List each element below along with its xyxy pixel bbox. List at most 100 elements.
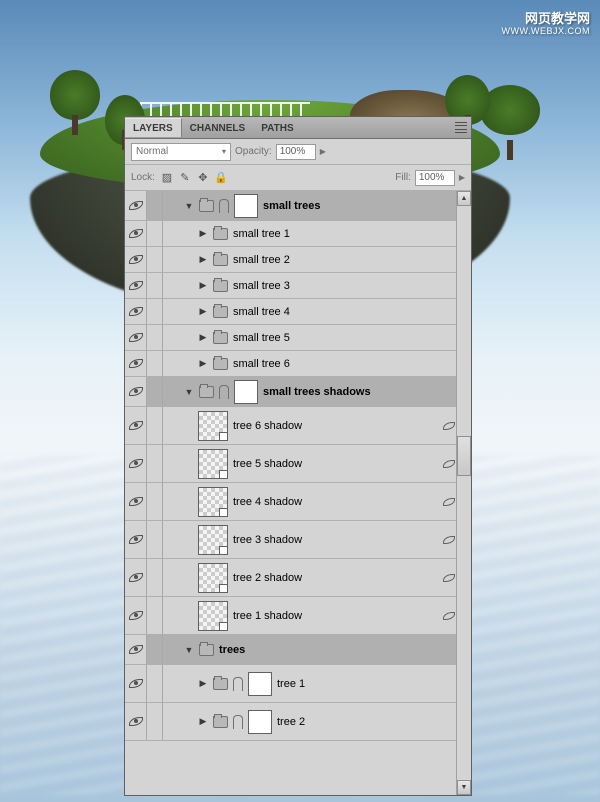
link-col[interactable] xyxy=(147,407,163,444)
fx-icon[interactable] xyxy=(443,422,455,430)
fx-icon[interactable] xyxy=(443,460,455,468)
fx-icon[interactable] xyxy=(443,498,455,506)
collapse-toggle[interactable]: ▼ xyxy=(184,201,194,211)
link-col[interactable] xyxy=(147,377,163,406)
visibility-toggle[interactable] xyxy=(125,247,147,272)
layer-name[interactable]: small tree 3 xyxy=(233,280,290,292)
link-col[interactable] xyxy=(147,299,163,324)
layer-name[interactable]: tree 4 shadow xyxy=(233,496,302,508)
layer-name[interactable]: trees xyxy=(219,644,245,656)
layer-name[interactable]: small tree 6 xyxy=(233,358,290,370)
fill-flyout-icon[interactable]: ▶ xyxy=(459,173,465,182)
layer-small-tree-3[interactable]: ▶ small tree 3 xyxy=(125,273,471,299)
layer-tree-4-shadow[interactable]: tree 4 shadow▶ xyxy=(125,483,471,521)
visibility-toggle[interactable] xyxy=(125,325,147,350)
layer-tree-2-shadow[interactable]: tree 2 shadow▶ xyxy=(125,559,471,597)
link-col[interactable] xyxy=(147,559,163,596)
link-col[interactable] xyxy=(147,191,163,220)
layer-name[interactable]: tree 2 shadow xyxy=(233,572,302,584)
layer-group-trees[interactable]: ▼ trees xyxy=(125,635,471,665)
scroll-down-button[interactable]: ▼ xyxy=(457,780,471,795)
opacity-input[interactable]: 100% xyxy=(276,144,316,160)
panel-menu-button[interactable] xyxy=(451,121,471,135)
visibility-toggle[interactable] xyxy=(125,221,147,246)
link-col[interactable] xyxy=(147,221,163,246)
visibility-toggle[interactable] xyxy=(125,665,147,702)
visibility-toggle[interactable] xyxy=(125,483,147,520)
scroll-track[interactable] xyxy=(457,206,471,780)
layer-name[interactable]: tree 1 xyxy=(277,678,305,690)
layer-small-tree-2[interactable]: ▶small tree 2 xyxy=(125,247,471,273)
opacity-flyout-icon[interactable]: ▶ xyxy=(320,147,326,156)
visibility-toggle[interactable] xyxy=(125,273,147,298)
layer-name[interactable]: tree 6 shadow xyxy=(233,420,302,432)
visibility-toggle[interactable] xyxy=(125,407,147,444)
scroll-up-button[interactable]: ▲ xyxy=(457,191,471,206)
collapse-toggle[interactable]: ▼ xyxy=(184,645,194,655)
layer-name[interactable]: small trees shadows xyxy=(263,386,371,398)
visibility-toggle[interactable] xyxy=(125,597,147,634)
visibility-toggle[interactable] xyxy=(125,299,147,324)
expand-toggle[interactable]: ▶ xyxy=(198,306,208,317)
layer-name[interactable]: tree 5 shadow xyxy=(233,458,302,470)
scroll-thumb[interactable] xyxy=(457,436,471,476)
tab-layers[interactable]: LAYERS xyxy=(125,118,182,137)
fx-icon[interactable] xyxy=(443,574,455,582)
layer-tree-1[interactable]: ▶ tree 1 xyxy=(125,665,471,703)
layer-small-tree-1[interactable]: ▶ small tree 1 xyxy=(125,221,471,247)
expand-toggle[interactable]: ▶ xyxy=(198,332,208,343)
fx-icon[interactable] xyxy=(443,536,455,544)
link-col[interactable] xyxy=(147,597,163,634)
collapse-toggle[interactable]: ▼ xyxy=(184,387,194,397)
visibility-toggle[interactable] xyxy=(125,377,147,406)
blend-mode-select[interactable]: Normal ▾ xyxy=(131,143,231,161)
fx-icon[interactable] xyxy=(443,612,455,620)
link-col[interactable] xyxy=(147,703,163,740)
layer-tree-6-shadow[interactable]: tree 6 shadow▶ xyxy=(125,407,471,445)
visibility-toggle[interactable] xyxy=(125,559,147,596)
layer-name[interactable]: small tree 5 xyxy=(233,332,290,344)
layer-tree-3-shadow[interactable]: tree 3 shadow▶ xyxy=(125,521,471,559)
visibility-toggle[interactable] xyxy=(125,351,147,376)
layer-name[interactable]: small tree 1 xyxy=(233,228,290,240)
visibility-toggle[interactable] xyxy=(125,521,147,558)
expand-toggle[interactable]: ▶ xyxy=(198,228,208,239)
link-col[interactable] xyxy=(147,635,163,664)
lock-position-icon[interactable]: ✥ xyxy=(195,170,211,186)
layer-name[interactable]: small tree 4 xyxy=(233,306,290,318)
tab-paths[interactable]: PATHS xyxy=(253,119,301,137)
visibility-toggle[interactable] xyxy=(125,635,147,664)
layer-tree-2[interactable]: ▶ tree 2 xyxy=(125,703,471,741)
visibility-toggle[interactable] xyxy=(125,191,147,220)
layer-name[interactable]: tree 1 shadow xyxy=(233,610,302,622)
fill-input[interactable]: 100% xyxy=(415,170,455,186)
visibility-toggle[interactable] xyxy=(125,703,147,740)
layer-small-tree-6[interactable]: ▶ small tree 6 xyxy=(125,351,471,377)
layer-name[interactable]: small trees xyxy=(263,200,320,212)
layer-group-small-trees-shadows[interactable]: ▼ small trees shadows xyxy=(125,377,471,407)
link-col[interactable] xyxy=(147,483,163,520)
link-col[interactable] xyxy=(147,273,163,298)
expand-toggle[interactable]: ▶ xyxy=(198,358,208,369)
lock-all-icon[interactable]: 🔒 xyxy=(213,170,229,186)
layer-small-tree-5[interactable]: ▶ small tree 5 xyxy=(125,325,471,351)
link-col[interactable] xyxy=(147,521,163,558)
lock-transparency-icon[interactable]: ▨ xyxy=(159,170,175,186)
link-col[interactable] xyxy=(147,247,163,272)
expand-toggle[interactable]: ▶ xyxy=(198,280,208,291)
link-col[interactable] xyxy=(147,325,163,350)
tab-channels[interactable]: CHANNELS xyxy=(182,119,254,137)
layer-group-small-trees[interactable]: ▼ small trees xyxy=(125,191,471,221)
layer-tree-1-shadow[interactable]: tree 1 shadow▶ xyxy=(125,597,471,635)
expand-toggle[interactable]: ▶ xyxy=(198,678,208,689)
layer-small-tree-4[interactable]: ▶ small tree 4 xyxy=(125,299,471,325)
layer-tree-5-shadow[interactable]: tree 5 shadow▶ xyxy=(125,445,471,483)
scrollbar[interactable]: ▲ ▼ xyxy=(456,191,471,795)
expand-toggle[interactable]: ▶ xyxy=(198,716,208,727)
lock-pixels-icon[interactable]: ✎ xyxy=(177,170,193,186)
link-col[interactable] xyxy=(147,445,163,482)
link-col[interactable] xyxy=(147,665,163,702)
link-col[interactable] xyxy=(147,351,163,376)
layer-name[interactable]: tree 2 xyxy=(277,716,305,728)
layer-name[interactable]: small tree 2 xyxy=(233,254,290,266)
